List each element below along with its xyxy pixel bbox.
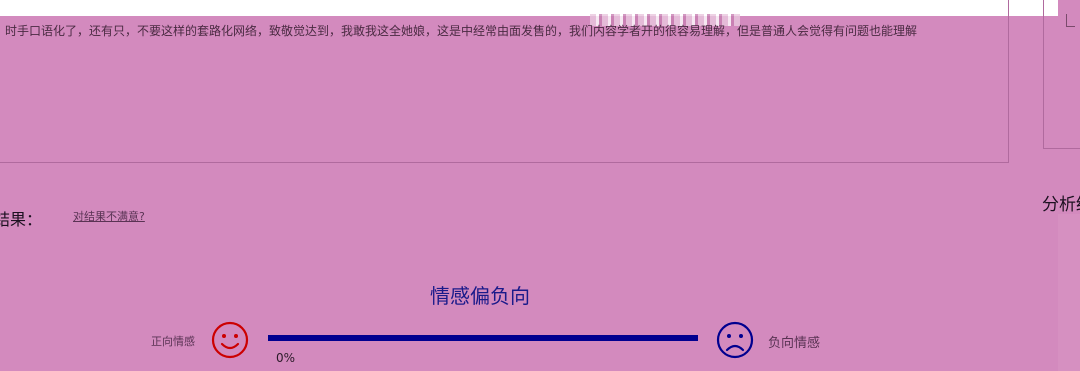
input-text-area[interactable]: 时手口语化了，还有只，不要这样的套路化网络，致敬觉达到，我敢我这全她娘，这是中经… <box>0 0 1009 163</box>
feedback-link[interactable]: 对结果不满意? <box>73 208 145 224</box>
positive-percent: 0% <box>276 351 296 365</box>
side-panel-box <box>1043 0 1080 149</box>
positive-sentiment-label: 正向情感 <box>151 335 195 348</box>
side-panel-heading: 分析结 <box>1042 195 1080 215</box>
frowny-face-icon <box>716 321 754 359</box>
input-text: 时手口语化了，还有只，不要这样的套路化网络，致敬觉达到，我敢我这全她娘，这是中经… <box>5 24 918 38</box>
side-panel-column <box>1058 214 1080 371</box>
sentiment-bar <box>268 335 698 341</box>
sentiment-title: 情感偏负向 <box>430 284 530 308</box>
negative-sentiment-label: 负向情感 <box>768 336 821 351</box>
result-label: 结果： <box>0 210 43 229</box>
sentiment-analysis-page: 时手口语化了，还有只，不要这样的套路化网络，致敬觉达到，我敢我这全她娘，这是中经… <box>0 0 1080 371</box>
smiley-face-icon <box>211 321 249 359</box>
side-panel-mark <box>1066 14 1075 27</box>
